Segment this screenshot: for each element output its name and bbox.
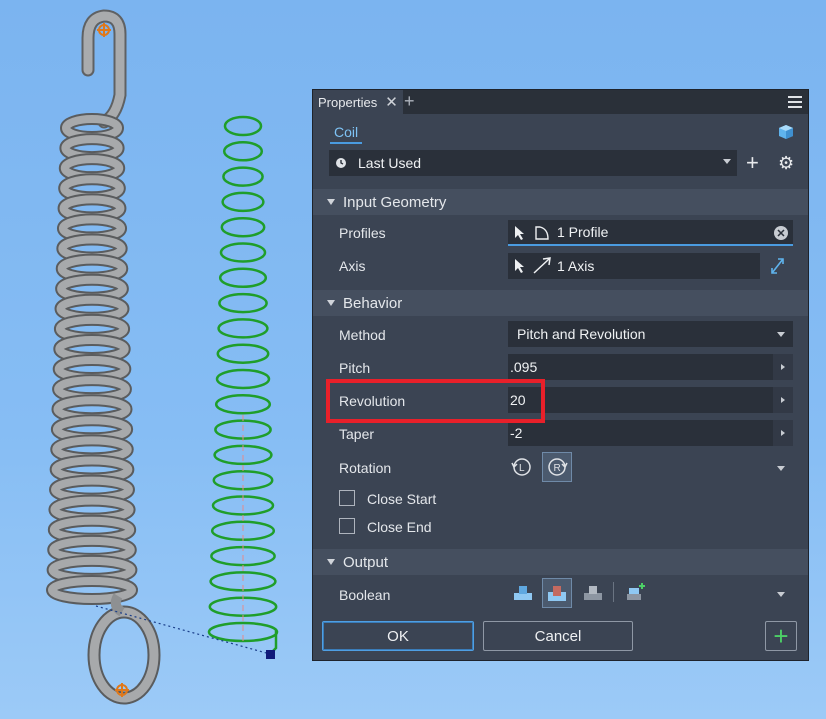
pitch-flyout-arrow-icon[interactable] — [773, 354, 793, 380]
close-start-label[interactable]: Close Start — [367, 491, 436, 507]
pitch-label: Pitch — [339, 360, 371, 376]
taper-input[interactable]: -2 — [508, 420, 793, 446]
section-output[interactable]: Output — [313, 549, 808, 575]
collapse-triangle-icon[interactable] — [327, 559, 335, 565]
gear-icon[interactable]: ⚙ — [778, 152, 794, 174]
spring-coil-highlight — [48, 577, 136, 603]
cube-view-icon[interactable] — [778, 124, 794, 140]
divider — [613, 582, 614, 602]
section-title: Behavior — [343, 294, 403, 312]
add-preset-icon[interactable]: + — [746, 150, 759, 176]
tab-properties[interactable]: Properties ✕ — [313, 90, 403, 114]
coil-preview-turn — [222, 141, 264, 162]
taper-flyout-arrow-icon[interactable] — [773, 420, 793, 446]
tab-properties-label: Properties — [318, 94, 378, 110]
collapse-triangle-icon[interactable] — [327, 300, 335, 306]
coil-preview-turn — [217, 318, 269, 339]
close-start-checkbox[interactable] — [339, 490, 355, 506]
tab-coil[interactable]: Coil — [330, 122, 363, 144]
coil-preview-turn — [221, 191, 265, 213]
spring-model[interactable] — [46, 9, 161, 705]
coil-preview-turn — [214, 394, 272, 415]
profile-icon — [534, 225, 550, 241]
move-gizmo-icon-top[interactable] — [97, 23, 111, 37]
rotation-left-icon[interactable]: L — [509, 454, 535, 480]
axis-value: 1 Axis — [557, 258, 595, 274]
boolean-chevron-down-icon[interactable] — [777, 592, 785, 597]
select-cursor-icon — [514, 225, 526, 241]
axis-arrow-icon — [532, 257, 552, 275]
coil-preview-turn — [220, 216, 266, 238]
coil-preview — [207, 115, 279, 655]
coil-preview-turn — [223, 115, 263, 137]
join-icon[interactable] — [511, 580, 535, 604]
revolution-input[interactable]: 20 — [508, 387, 793, 413]
pitch-input[interactable]: .095 — [508, 354, 793, 380]
section-title: Input Geometry — [343, 193, 447, 211]
intersect-icon[interactable] — [581, 580, 605, 604]
profiles-selector[interactable]: 1 Profile ✕ — [508, 220, 793, 246]
add-tab-icon[interactable]: + — [404, 91, 415, 112]
new-solid-icon[interactable] — [624, 580, 648, 604]
coil-preview-turn — [215, 368, 271, 390]
pitch-value: .095 — [510, 359, 538, 375]
properties-panel: Properties ✕ + Coil Last Used + ⚙ Input … — [312, 89, 809, 661]
axis-label: Axis — [339, 258, 366, 274]
clear-selection-icon[interactable]: ✕ — [774, 226, 788, 240]
flip-axis-icon[interactable] — [769, 256, 787, 276]
section-input-geometry[interactable]: Input Geometry — [313, 189, 808, 215]
method-dropdown[interactable]: Pitch and Revolution — [508, 321, 793, 347]
taper-label: Taper — [339, 426, 375, 442]
method-value: Pitch and Revolution — [517, 326, 646, 342]
select-cursor-icon — [514, 258, 526, 274]
method-label: Method — [339, 327, 386, 343]
coil-preview-turn — [216, 343, 270, 364]
profiles-value: 1 Profile — [557, 224, 609, 240]
rotation-right-icon[interactable]: R — [542, 452, 572, 482]
profiles-label: Profiles — [339, 225, 386, 241]
section-title: Output — [343, 553, 389, 571]
hamburger-menu-icon[interactable] — [788, 96, 802, 108]
collapse-triangle-icon[interactable] — [327, 199, 335, 205]
close-tab-icon[interactable]: ✕ — [385, 93, 398, 111]
panel-tab-bar: Properties ✕ + — [313, 90, 808, 114]
axis-selector[interactable]: 1 Axis — [508, 253, 760, 279]
axis-endpoint-handle[interactable] — [266, 650, 275, 659]
spring-neck — [110, 593, 125, 617]
coil-preview-turn — [218, 267, 268, 289]
apply-add-button[interactable]: + — [765, 621, 797, 651]
chevron-down-icon — [777, 332, 785, 337]
preset-dropdown[interactable]: Last Used — [329, 150, 737, 176]
revolution-highlight-box — [326, 379, 545, 423]
svg-text:L: L — [519, 463, 525, 474]
section-behavior[interactable]: Behavior — [313, 290, 808, 316]
close-end-label[interactable]: Close End — [367, 519, 432, 535]
cut-icon[interactable] — [542, 578, 572, 608]
rotation-chevron-down-icon[interactable] — [777, 466, 785, 471]
boolean-label: Boolean — [339, 587, 391, 603]
svg-text:R: R — [554, 463, 561, 474]
clock-icon — [336, 158, 346, 168]
revolution-flyout-arrow-icon[interactable] — [773, 387, 793, 413]
coil-preview-turn — [222, 166, 264, 187]
chevron-down-icon — [723, 159, 731, 164]
coil-preview-turn — [219, 242, 267, 263]
close-end-checkbox[interactable] — [339, 518, 355, 534]
taper-value: -2 — [510, 425, 523, 441]
ok-button[interactable]: OK — [322, 621, 474, 651]
preset-label: Last Used — [358, 155, 422, 171]
rotation-label: Rotation — [339, 460, 392, 476]
cancel-button[interactable]: Cancel — [483, 621, 633, 651]
coil-preview-turn — [218, 292, 268, 314]
